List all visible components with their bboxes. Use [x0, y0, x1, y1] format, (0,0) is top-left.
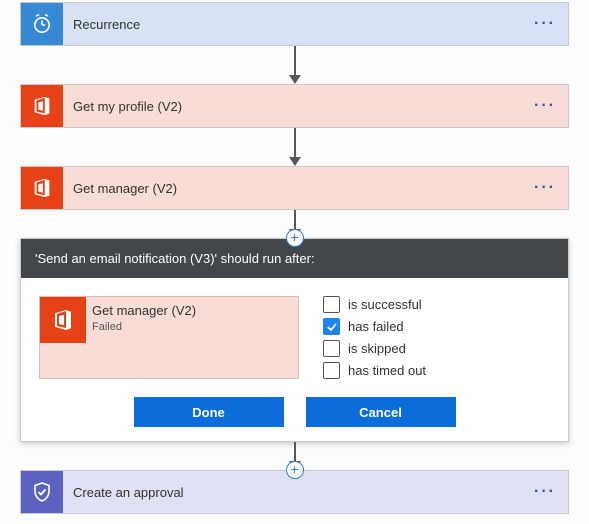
step-title: Get manager (V2)	[63, 181, 522, 196]
step-icon	[21, 85, 63, 127]
office-icon	[21, 85, 63, 127]
more-icon[interactable]: ···	[522, 180, 568, 196]
step-recurrence[interactable]: Recurrence ···	[20, 2, 569, 46]
checkbox[interactable]	[323, 362, 340, 379]
step-icon	[21, 471, 63, 513]
clock-icon	[21, 3, 63, 45]
done-button[interactable]: Done	[134, 397, 284, 427]
predecessor-card[interactable]: Get manager (V2) Failed	[39, 296, 299, 379]
cancel-button[interactable]: Cancel	[306, 397, 456, 427]
checkbox[interactable]	[323, 318, 340, 335]
step-title: Create an approval	[63, 485, 522, 500]
condition-is-skipped[interactable]: is skipped	[323, 340, 426, 357]
checkbox[interactable]	[323, 340, 340, 357]
conditions-list: is successful has failed is skipped	[323, 296, 426, 379]
condition-label: is skipped	[348, 341, 406, 356]
condition-has-failed[interactable]: has failed	[323, 318, 426, 335]
connector	[20, 128, 569, 166]
condition-label: is successful	[348, 297, 422, 312]
more-icon[interactable]: ···	[522, 484, 568, 500]
step-icon	[21, 3, 63, 45]
checkbox[interactable]	[323, 296, 340, 313]
step-create-approval[interactable]: + Create an approval ···	[20, 470, 569, 514]
condition-has-timed-out[interactable]: has timed out	[323, 362, 426, 379]
add-step-button[interactable]: +	[286, 461, 304, 479]
run-after-panel: + 'Send an email notification (V3)' shou…	[20, 238, 569, 442]
predecessor-status: Failed	[92, 321, 196, 333]
office-icon	[21, 167, 63, 209]
condition-label: has failed	[348, 319, 404, 334]
step-title: Recurrence	[63, 17, 522, 32]
office-icon	[40, 297, 86, 343]
step-icon	[21, 167, 63, 209]
approval-icon	[21, 471, 63, 513]
connector	[20, 46, 569, 84]
condition-is-successful[interactable]: is successful	[323, 296, 426, 313]
predecessor-title: Get manager (V2)	[92, 303, 196, 319]
more-icon[interactable]: ···	[522, 16, 568, 32]
step-get-manager[interactable]: Get manager (V2) ···	[20, 166, 569, 210]
step-get-my-profile[interactable]: Get my profile (V2) ···	[20, 84, 569, 128]
add-step-button[interactable]: +	[286, 229, 304, 247]
step-title: Get my profile (V2)	[63, 99, 522, 114]
condition-label: has timed out	[348, 363, 426, 378]
predecessor-icon	[40, 297, 86, 343]
more-icon[interactable]: ···	[522, 98, 568, 114]
